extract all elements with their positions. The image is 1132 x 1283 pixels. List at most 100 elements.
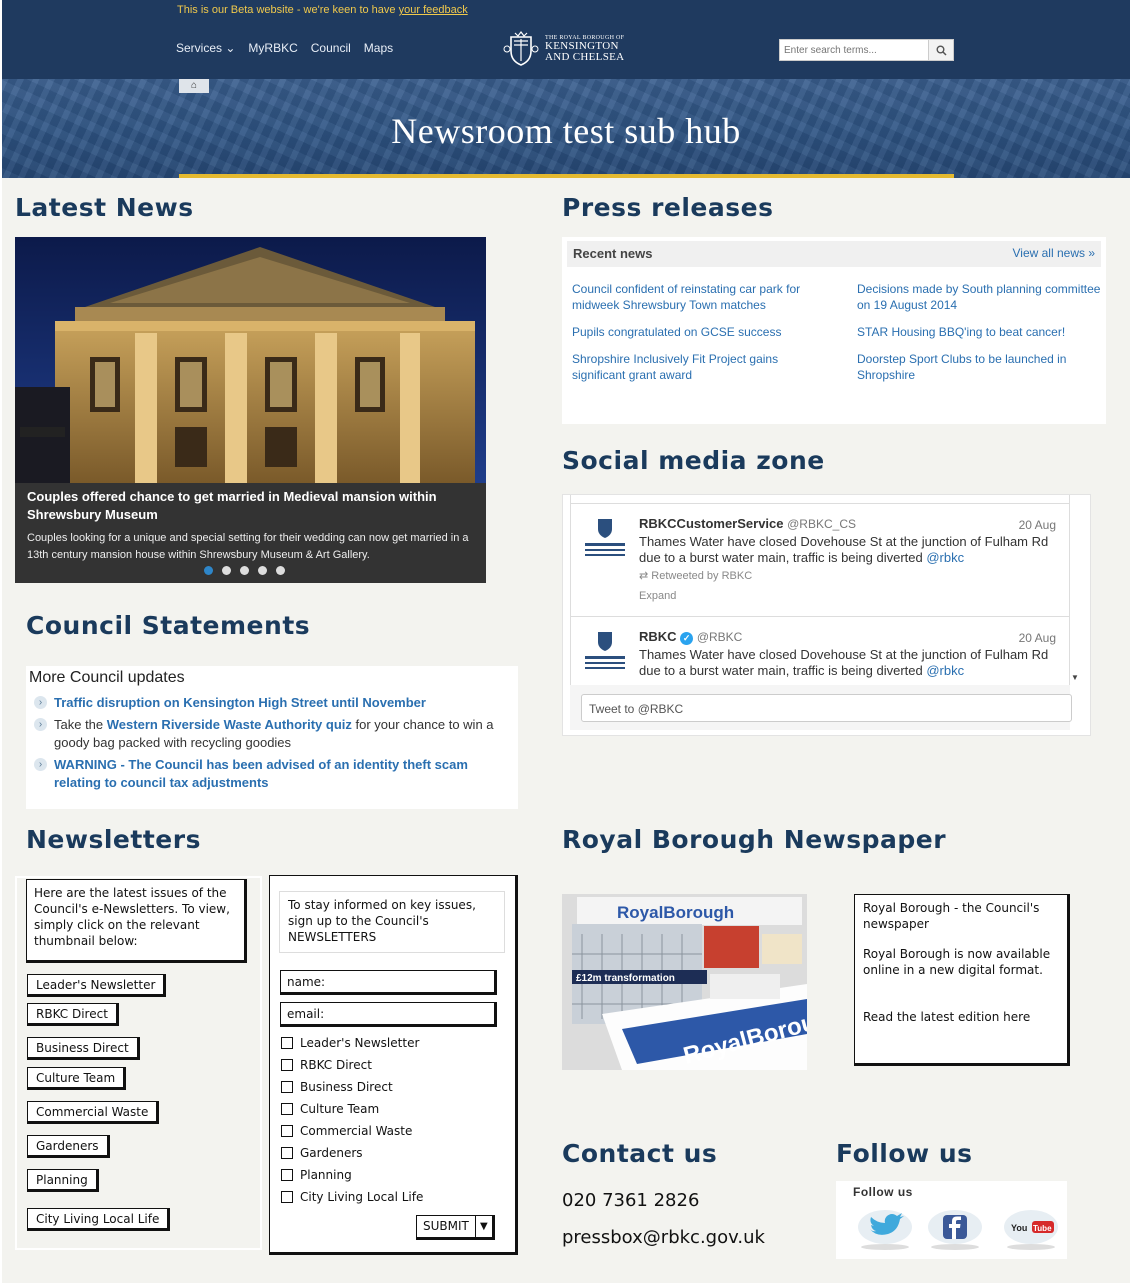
tweet-author[interactable]: RBKCCustomerService @RBKC_CS	[639, 516, 856, 531]
tweet[interactable]: RBKC ✓ @RBKC 20 Aug Thames Water have cl…	[571, 617, 1069, 685]
feedback-link[interactable]: your feedback	[399, 4, 468, 16]
carousel-dot[interactable]	[222, 566, 231, 575]
avatar	[581, 626, 629, 674]
tweet-timeline[interactable]: RBKCCustomerService @RBKC_CS 20 Aug Tham…	[570, 495, 1070, 685]
checkbox[interactable]	[281, 1103, 293, 1115]
press-link[interactable]: Pupils congratulated on GCSE success	[572, 324, 832, 340]
tweet-author[interactable]: RBKC ✓ @RBKC	[639, 629, 742, 645]
site-logo[interactable]: THE ROYAL BOROUGH OF KENSINGTON AND CHEL…	[503, 31, 624, 67]
tweet-partial	[571, 495, 1069, 504]
nav-services[interactable]: Services ⌄	[176, 41, 235, 55]
tweet-compose-input[interactable]: Tweet to @RBKC	[581, 694, 1072, 722]
latest-news-heading: Latest News	[15, 193, 194, 222]
mention-link[interactable]: @rbkc	[926, 550, 964, 565]
checkbox[interactable]	[281, 1147, 293, 1159]
newsletter-button[interactable]: Leader's Newsletter	[27, 974, 167, 997]
facebook-icon[interactable]	[926, 1207, 984, 1251]
twitter-icon[interactable]	[856, 1207, 914, 1251]
search-bar	[779, 39, 954, 61]
tweet-date[interactable]: 20 Aug	[1019, 518, 1056, 532]
newsletter-checkbox[interactable]: Commercial Waste	[281, 1124, 412, 1138]
newsletter-checkbox[interactable]: Planning	[281, 1168, 352, 1182]
council-update-link[interactable]: Traffic disruption on Kensington High St…	[54, 695, 426, 710]
contact-email[interactable]: pressbox@rbkc.gov.uk	[562, 1227, 765, 1248]
twitter-widget: RBKCCustomerService @RBKC_CS 20 Aug Tham…	[562, 494, 1091, 736]
crest-icon	[503, 31, 539, 66]
email-field[interactable]: email:	[280, 1002, 497, 1027]
tweet-text: Thames Water have closed Dovehouse St at…	[639, 647, 1049, 678]
press-link[interactable]: Council confident of reinstating car par…	[572, 281, 832, 313]
tweet-text: Thames Water have closed Dovehouse St at…	[639, 534, 1049, 565]
youtube-icon[interactable]: You Tube	[1002, 1207, 1060, 1251]
council-update-link[interactable]: Western Riverside Waste Authority quiz	[107, 717, 352, 732]
carousel-dots	[204, 566, 285, 575]
newsletter-button[interactable]: City Living Local Life	[27, 1208, 171, 1231]
newsletter-button[interactable]: Business Direct	[27, 1037, 140, 1060]
home-icon: ⌂	[190, 80, 198, 91]
tweet-date[interactable]: 20 Aug	[1019, 631, 1056, 645]
newsletters-heading: Newsletters	[26, 825, 201, 854]
press-link[interactable]: STAR Housing BBQ'ing to beat cancer!	[857, 324, 1117, 340]
newsletter-checkbox[interactable]: Gardeners	[281, 1146, 363, 1160]
nav-council[interactable]: Council	[311, 41, 351, 55]
contact-phone[interactable]: 020 7361 2826	[562, 1190, 699, 1211]
newspaper-read-link[interactable]: Read the latest edition here	[863, 1009, 1059, 1025]
tweet[interactable]: RBKCCustomerService @RBKC_CS 20 Aug Tham…	[571, 504, 1069, 617]
checkbox[interactable]	[281, 1081, 293, 1093]
nav-myrbkc[interactable]: MyRBKC	[248, 41, 297, 55]
newsletter-button[interactable]: Commercial Waste	[27, 1101, 160, 1124]
newsletters-intro: Here are the latest issues of the Counci…	[26, 879, 247, 963]
newsletter-checkbox[interactable]: Leader's Newsletter	[281, 1036, 419, 1050]
newspaper-headline: £12m transformation	[576, 973, 675, 984]
search-icon	[936, 45, 947, 56]
carousel-dot[interactable]	[204, 566, 213, 575]
carousel-title[interactable]: Couples offered chance to get married in…	[27, 488, 474, 524]
press-link[interactable]: Decisions made by South planning committ…	[857, 281, 1117, 313]
retweet-icon: ⇄	[639, 570, 649, 582]
checkbox[interactable]	[281, 1059, 293, 1071]
newsletter-button[interactable]: Culture Team	[27, 1067, 127, 1090]
news-carousel[interactable]: Couples offered chance to get married in…	[15, 237, 486, 583]
search-input[interactable]	[779, 39, 928, 61]
press-releases-heading: Press releases	[562, 193, 774, 222]
newsletter-checkbox[interactable]: RBKC Direct	[281, 1058, 372, 1072]
council-update-link[interactable]: WARNING - The Council has been advised o…	[54, 757, 468, 790]
newsletter-button[interactable]: Planning	[27, 1169, 99, 1192]
newspaper-masthead: RoyalBorough	[617, 903, 734, 922]
mention-link[interactable]: @rbkc	[926, 663, 964, 678]
nav-maps[interactable]: Maps	[364, 41, 393, 55]
newsletter-button[interactable]: RBKC Direct	[27, 1003, 119, 1026]
scroll-down-icon[interactable]: ▼	[1071, 673, 1079, 682]
carousel-dot[interactable]	[240, 566, 249, 575]
view-all-news-link[interactable]: View all news »	[1013, 246, 1096, 260]
checkbox[interactable]	[281, 1037, 293, 1049]
submit-button[interactable]: SUBMIT ▼	[416, 1215, 495, 1240]
name-field[interactable]: name:	[280, 970, 497, 995]
carousel-image	[15, 237, 486, 483]
newspaper-thumbnail[interactable]: RoyalBorough £12m transformation RoyalBo…	[562, 894, 807, 1070]
newspaper-p2: Royal Borough is now available online in…	[863, 947, 1051, 977]
newsletter-button[interactable]: Gardeners	[27, 1135, 110, 1158]
press-link[interactable]: Shropshire Inclusively Fit Project gains…	[572, 351, 832, 383]
newsletter-checkbox[interactable]: Culture Team	[281, 1102, 379, 1116]
newsletter-checkbox[interactable]: City Living Local Life	[281, 1190, 423, 1204]
carousel-description: Couples looking for a unique and special…	[27, 532, 469, 561]
checkbox[interactable]	[281, 1169, 293, 1181]
carousel-dot[interactable]	[276, 566, 285, 575]
press-releases-box: Recent news View all news » Council conf…	[562, 237, 1106, 424]
newspaper-heading: Royal Borough Newspaper	[562, 825, 947, 854]
expand-link[interactable]: Expand	[639, 590, 676, 602]
newsletter-checkbox[interactable]: Business Direct	[281, 1080, 393, 1094]
carousel-dot[interactable]	[258, 566, 267, 575]
checkbox[interactable]	[281, 1125, 293, 1137]
checkbox[interactable]	[281, 1191, 293, 1203]
search-button[interactable]	[928, 39, 954, 61]
logo-line2: AND CHELSEA	[545, 51, 625, 63]
breadcrumb-home[interactable]: ⌂	[179, 79, 209, 93]
press-header: Recent news View all news »	[567, 241, 1101, 267]
newspaper-description: Royal Borough - the Council's newspaper …	[854, 894, 1070, 1066]
newspaper-p1: Royal Borough - the Council's newspaper	[863, 901, 1040, 931]
press-link[interactable]: Doorstep Sport Clubs to be launched in S…	[857, 351, 1117, 383]
follow-heading: Follow us	[836, 1139, 973, 1168]
avatar	[581, 513, 629, 561]
